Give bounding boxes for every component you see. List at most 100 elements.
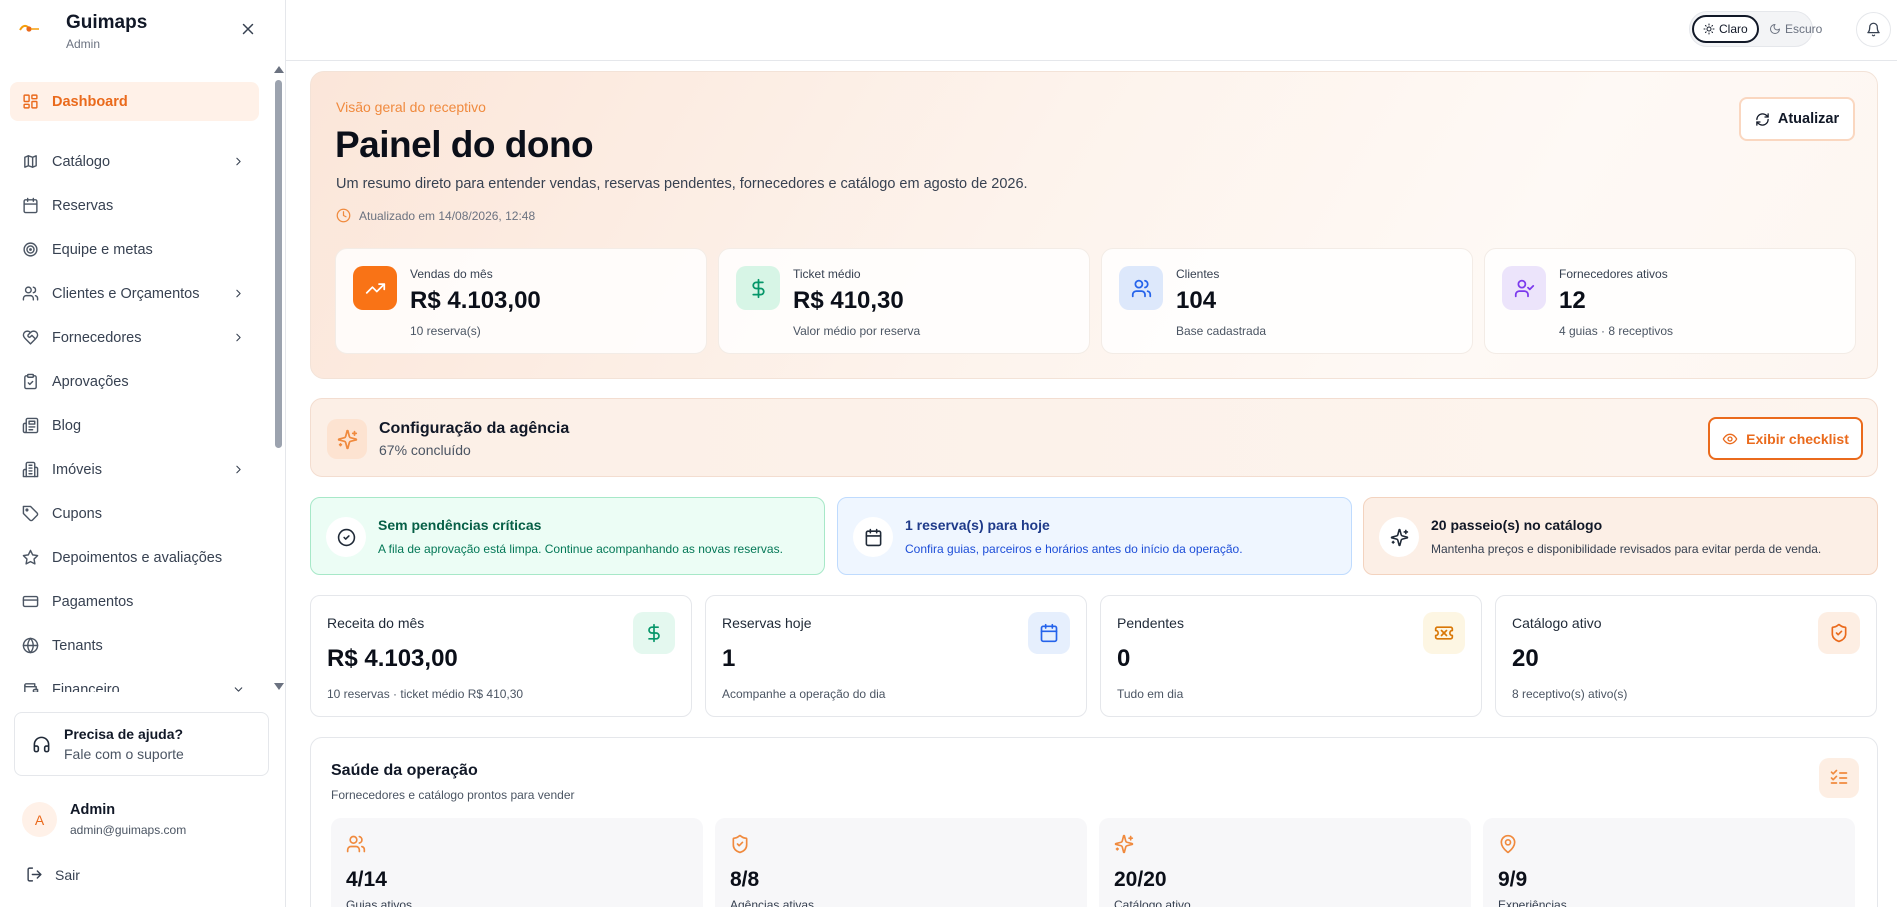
alert-text: Confira guias, parceiros e horários ante… (905, 542, 1243, 556)
sidebar-item-label: Fornecedores (52, 329, 142, 346)
sidebar-item-depoimentos[interactable]: Depoimentos e avaliações (10, 538, 259, 577)
sidebar-item-label: Equipe e metas (52, 241, 153, 258)
credit-card-icon (22, 593, 39, 610)
sidebar-item-imoveis[interactable]: Imóveis (10, 450, 259, 489)
user-email: admin@guimaps.com (70, 823, 187, 837)
kpi-label: Fornecedores ativos (1559, 267, 1668, 281)
health-card-experiences: 9/9 Experiências (1483, 818, 1855, 907)
kpi-card-clients: Clientes 104 Base cadastrada (1101, 248, 1473, 354)
chevron-right-icon (232, 331, 245, 344)
sidebar-item-financeiro[interactable]: Financeiro (10, 670, 259, 692)
alert-card-pending: Sem pendências críticas A fila de aprova… (310, 497, 825, 575)
refresh-label: Atualizar (1777, 111, 1840, 127)
sidebar-scrollbar[interactable] (272, 62, 284, 692)
show-checklist-button[interactable]: Exibir checklist (1708, 417, 1863, 460)
sidebar-item-aprovacoes[interactable]: Aprovações (10, 362, 259, 401)
kpi-icon-box (736, 266, 780, 310)
scroll-up-arrow[interactable] (274, 66, 284, 73)
sidebar-item-label: Financeiro (52, 681, 120, 693)
sidebar-item-reservas[interactable]: Reservas (10, 186, 259, 225)
stat-value: 20 (1512, 645, 1539, 672)
sidebar-item-dashboard[interactable]: Dashboard (10, 82, 259, 121)
alert-icon-box (326, 517, 366, 557)
health-card-label: Catálogo ativo (1114, 898, 1191, 907)
kpi-label: Ticket médio (793, 267, 861, 281)
sidebar-item-fornecedores[interactable]: Fornecedores (10, 318, 259, 357)
kpi-icon-box (1502, 266, 1546, 310)
refresh-icon (1755, 112, 1770, 127)
refresh-button[interactable]: Atualizar (1739, 97, 1855, 141)
avatar[interactable]: A (22, 802, 57, 837)
brand-subtitle: Admin (66, 37, 101, 51)
notifications-button[interactable] (1856, 12, 1891, 47)
alert-text: Mantenha preços e disponibilidade revisa… (1431, 542, 1822, 556)
chevron-right-icon (232, 155, 245, 168)
health-title: Saúde da operação (331, 762, 478, 779)
sidebar-item-pagamentos[interactable]: Pagamentos (10, 582, 259, 621)
help-card[interactable]: Precisa de ajuda? Fale com o suporte (14, 712, 269, 776)
sidebar-nav: Dashboard Catálogo Reservas Equipe e met… (0, 62, 270, 692)
trending-up-icon (365, 278, 386, 299)
sparkles-icon (1390, 528, 1409, 547)
sidebar-item-tenants[interactable]: Tenants (10, 626, 259, 665)
close-icon[interactable] (239, 20, 257, 38)
shield-check-icon (730, 834, 750, 854)
scroll-down-arrow[interactable] (274, 683, 284, 690)
kpi-label: Clientes (1176, 267, 1220, 281)
sidebar-item-equipe[interactable]: Equipe e metas (10, 230, 259, 269)
kpi-sub: 10 reserva(s) (410, 324, 481, 338)
alert-icon-box (1379, 517, 1419, 557)
help-subtitle: Fale com o suporte (64, 746, 184, 762)
guimaps-logo-icon[interactable] (18, 21, 40, 35)
theme-dark-button[interactable]: Escuro (1760, 15, 1831, 43)
stat-value: R$ 4.103,00 (327, 645, 458, 672)
last-updated: Atualizado em 14/08/2026, 12:48 (336, 208, 535, 223)
sidebar-item-blog[interactable]: Blog (10, 406, 259, 445)
stat-sub: Acompanhe a operação do dia (722, 687, 886, 701)
theme-light-button[interactable]: Claro (1692, 15, 1759, 43)
ticket-icon (1434, 623, 1454, 643)
theme-light-label: Claro (1719, 22, 1748, 36)
page-title: Painel do dono (335, 124, 594, 165)
stat-label: Catálogo ativo (1512, 615, 1602, 631)
check-circle-icon (337, 528, 356, 547)
wallet-icon (22, 681, 39, 692)
sidebar-item-label: Dashboard (52, 93, 128, 110)
sidebar-item-clientes[interactable]: Clientes e Orçamentos (10, 274, 259, 313)
kpi-icon-box (1119, 266, 1163, 310)
kpi-sub: Base cadastrada (1176, 324, 1267, 338)
compass-icon (22, 153, 39, 170)
headset-icon (32, 735, 51, 754)
brand-name: Guimaps (66, 12, 148, 33)
kpi-value: R$ 4.103,00 (410, 287, 541, 314)
health-card-value: 4/14 (346, 868, 387, 891)
alert-card-today: 1 reserva(s) para hoje Confira guias, pa… (837, 497, 1352, 575)
logout-button[interactable]: Sair (26, 866, 80, 883)
dollar-icon (644, 623, 664, 643)
user-check-icon (1514, 278, 1535, 299)
brand: Guimaps Admin (0, 0, 285, 60)
building-icon (22, 461, 39, 478)
health-subtitle: Fornecedores e catálogo prontos para ven… (331, 788, 575, 802)
sidebar-item-catalogo[interactable]: Catálogo (10, 142, 259, 181)
sidebar-item-label: Pagamentos (52, 593, 134, 610)
stat-card-catalog: Catálogo ativo 20 8 receptivo(s) ativo(s… (1495, 595, 1877, 717)
stat-value: 0 (1117, 645, 1131, 672)
agency-setup-banner: Configuração da agência 67% concluído Ex… (310, 398, 1878, 477)
show-checklist-label: Exibir checklist (1746, 430, 1849, 447)
scroll-thumb[interactable] (275, 80, 282, 448)
sidebar-item-label: Aprovações (52, 373, 129, 390)
health-card-value: 8/8 (730, 868, 760, 891)
stat-icon-box (1423, 612, 1465, 654)
health-card-label: Guias ativos (346, 898, 413, 907)
help-title: Precisa de ajuda? (64, 726, 184, 742)
chevron-right-icon (232, 463, 245, 476)
stat-sub: 8 receptivo(s) ativo(s) (1512, 687, 1628, 701)
health-card-label: Experiências (1498, 898, 1567, 907)
stat-label: Reservas hoje (722, 615, 812, 631)
list-checks-icon (1829, 768, 1849, 788)
sidebar-item-cupons[interactable]: Cupons (10, 494, 259, 533)
clipboard-check-icon (22, 373, 39, 390)
shield-check-icon (1829, 623, 1849, 643)
alert-title: 1 reserva(s) para hoje (905, 517, 1050, 533)
